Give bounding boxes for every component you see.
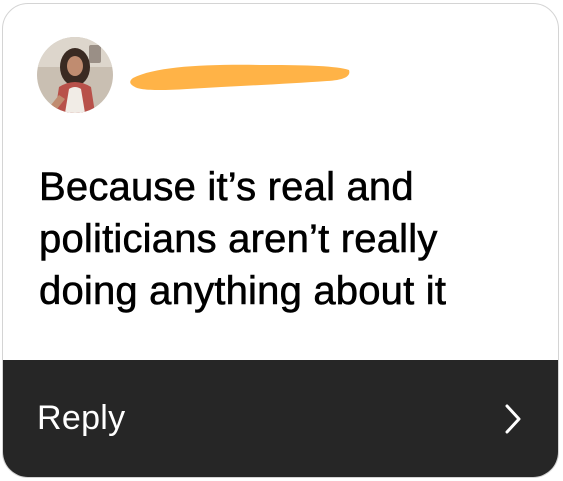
message-card: Because it’s real and politicians aren’t… bbox=[2, 3, 559, 478]
sender-name-redaction bbox=[127, 56, 353, 96]
reply-label: Reply bbox=[37, 399, 126, 437]
profile-photo-icon bbox=[37, 37, 113, 113]
chevron-right-icon bbox=[504, 403, 522, 435]
sender-avatar[interactable] bbox=[37, 37, 113, 113]
reply-button[interactable]: Reply bbox=[3, 360, 558, 477]
message-text: Because it’s real and politicians aren’t… bbox=[39, 165, 447, 314]
